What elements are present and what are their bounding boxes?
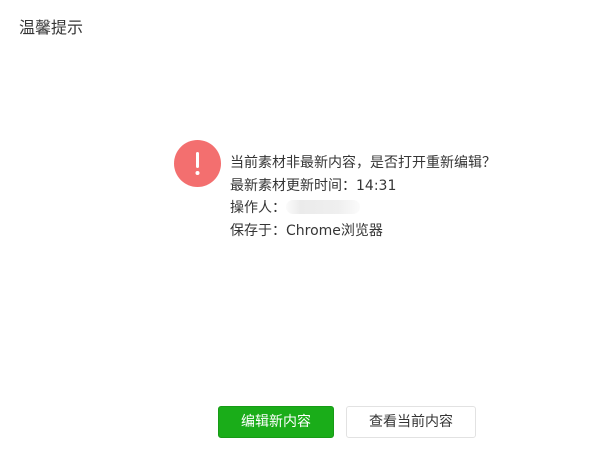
saved-location-row: 保存于：Chrome浏览器	[230, 220, 496, 243]
view-current-content-button[interactable]: 查看当前内容	[346, 406, 476, 438]
operator-row: 操作人：	[230, 197, 496, 220]
saved-location-value: Chrome浏览器	[286, 222, 383, 239]
dialog-message: 当前素材非最新内容，是否打开重新编辑？ 最新素材更新时间：14:31 操作人： …	[230, 152, 496, 242]
warning-dialog: 温馨提示 当前素材非最新内容，是否打开重新编辑？ 最新素材更新时间：14:31 …	[0, 0, 615, 455]
saved-location-label: 保存于：	[230, 222, 286, 239]
update-time-label: 最新素材更新时间：	[230, 177, 356, 194]
dialog-title: 温馨提示	[19, 18, 84, 37]
edit-new-content-button[interactable]: 编辑新内容	[218, 406, 334, 438]
update-time-row: 最新素材更新时间：14:31	[230, 175, 496, 198]
update-time-value: 14:31	[356, 177, 397, 194]
message-question: 当前素材非最新内容，是否打开重新编辑？	[230, 155, 496, 171]
exclamation-icon	[174, 140, 221, 187]
operator-name-redacted	[286, 199, 360, 214]
operator-label: 操作人：	[230, 200, 286, 216]
